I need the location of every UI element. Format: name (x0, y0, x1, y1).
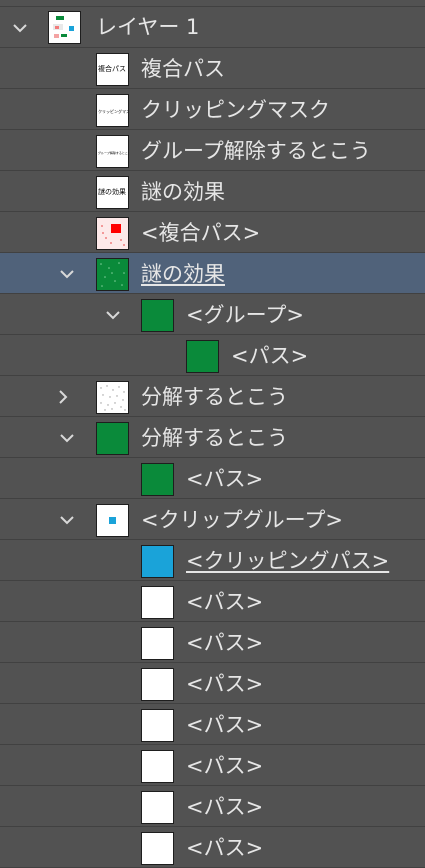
item-thumbnail (96, 381, 129, 414)
list-item[interactable]: <クリップグループ> (0, 499, 425, 540)
item-thumbnail (141, 627, 174, 660)
chevron-down-icon[interactable] (57, 510, 77, 530)
item-label: <パス> (186, 467, 264, 491)
item-label: 分解するとこう (141, 385, 288, 409)
item-thumbnail (186, 340, 219, 373)
item-label: 謎の効果 (141, 262, 225, 286)
item-label: <パス> (231, 344, 309, 368)
item-label: <パス> (186, 754, 264, 778)
list-item[interactable]: 複合パス 複合パス (0, 48, 425, 89)
list-item[interactable]: <パス> (0, 745, 425, 786)
list-item[interactable]: <パス> (0, 458, 425, 499)
chevron-down-icon[interactable] (103, 305, 123, 325)
item-thumbnail: 謎の効果 (96, 176, 129, 209)
list-item[interactable]: 分解するとこう (0, 376, 425, 417)
item-thumbnail (141, 750, 174, 783)
list-item[interactable]: <パス> (0, 786, 425, 827)
panel-top-edge (0, 0, 425, 7)
item-thumbnail: グループ解除するとこう (96, 135, 129, 168)
list-item[interactable]: <パス> (0, 335, 425, 376)
layer-name: レイヤー 1 (96, 15, 200, 39)
item-label: <複合パス> (141, 221, 261, 245)
layers-panel: レイヤー 1 複合パス 複合パス クリッピングマスク クリッピングマスク グルー… (0, 0, 425, 868)
item-label: 複合パス (141, 57, 225, 81)
item-thumbnail (96, 504, 129, 537)
item-thumbnail: クリッピングマスク (96, 94, 129, 127)
layer-row[interactable]: レイヤー 1 (0, 7, 425, 48)
item-label: <パス> (186, 713, 264, 737)
list-item[interactable]: <クリッピングパス> (0, 540, 425, 581)
list-item[interactable]: <パス> (0, 704, 425, 745)
chevron-down-icon[interactable] (57, 264, 77, 284)
list-item[interactable]: <複合パス> (0, 212, 425, 253)
item-thumbnail (141, 709, 174, 742)
list-item-selected[interactable]: 謎の効果 (0, 253, 425, 294)
item-label: グループ解除するとこう (141, 139, 371, 163)
item-label: クリッピングマスク (141, 98, 330, 122)
thumbnail-text: 複合パス (98, 65, 126, 73)
list-item[interactable]: 分解するとこう (0, 417, 425, 458)
item-label: <クリップグループ> (141, 508, 343, 532)
item-thumbnail (141, 832, 174, 865)
item-label: <パス> (186, 672, 264, 696)
item-thumbnail (141, 791, 174, 824)
list-item[interactable]: 謎の効果 謎の効果 (0, 171, 425, 212)
item-label: 分解するとこう (141, 426, 288, 450)
item-label: 謎の効果 (141, 180, 225, 204)
thumbnail-text: 謎の効果 (98, 188, 126, 196)
list-item[interactable]: クリッピングマスク クリッピングマスク (0, 89, 425, 130)
list-item[interactable]: <パス> (0, 622, 425, 663)
item-label: <パス> (186, 590, 264, 614)
item-label: <グループ> (186, 303, 304, 327)
item-thumbnail (141, 545, 174, 578)
list-item[interactable]: グループ解除するとこう グループ解除するとこう (0, 130, 425, 171)
item-label: <パス> (186, 631, 264, 655)
item-thumbnail: 複合パス (96, 53, 129, 86)
item-thumbnail (141, 586, 174, 619)
item-label: <クリッピングパス> (186, 549, 390, 573)
list-item[interactable]: <グループ> (0, 294, 425, 335)
item-label: <パス> (186, 836, 264, 860)
item-thumbnail (96, 422, 129, 455)
chevron-right-icon[interactable] (53, 387, 73, 407)
chevron-down-icon[interactable] (57, 428, 77, 448)
item-thumbnail (96, 258, 129, 291)
thumbnail-text: クリッピングマスク (98, 109, 128, 114)
list-item[interactable]: <パス> (0, 663, 425, 704)
list-item[interactable]: <パス> (0, 581, 425, 622)
item-label: <パス> (186, 795, 264, 819)
item-thumbnail (141, 668, 174, 701)
chevron-down-icon[interactable] (10, 18, 30, 38)
item-thumbnail (141, 463, 174, 496)
thumbnail-text: グループ解除するとこう (98, 151, 129, 155)
item-thumbnail (141, 299, 174, 332)
item-thumbnail (96, 217, 129, 250)
layer-thumbnail (48, 11, 81, 44)
